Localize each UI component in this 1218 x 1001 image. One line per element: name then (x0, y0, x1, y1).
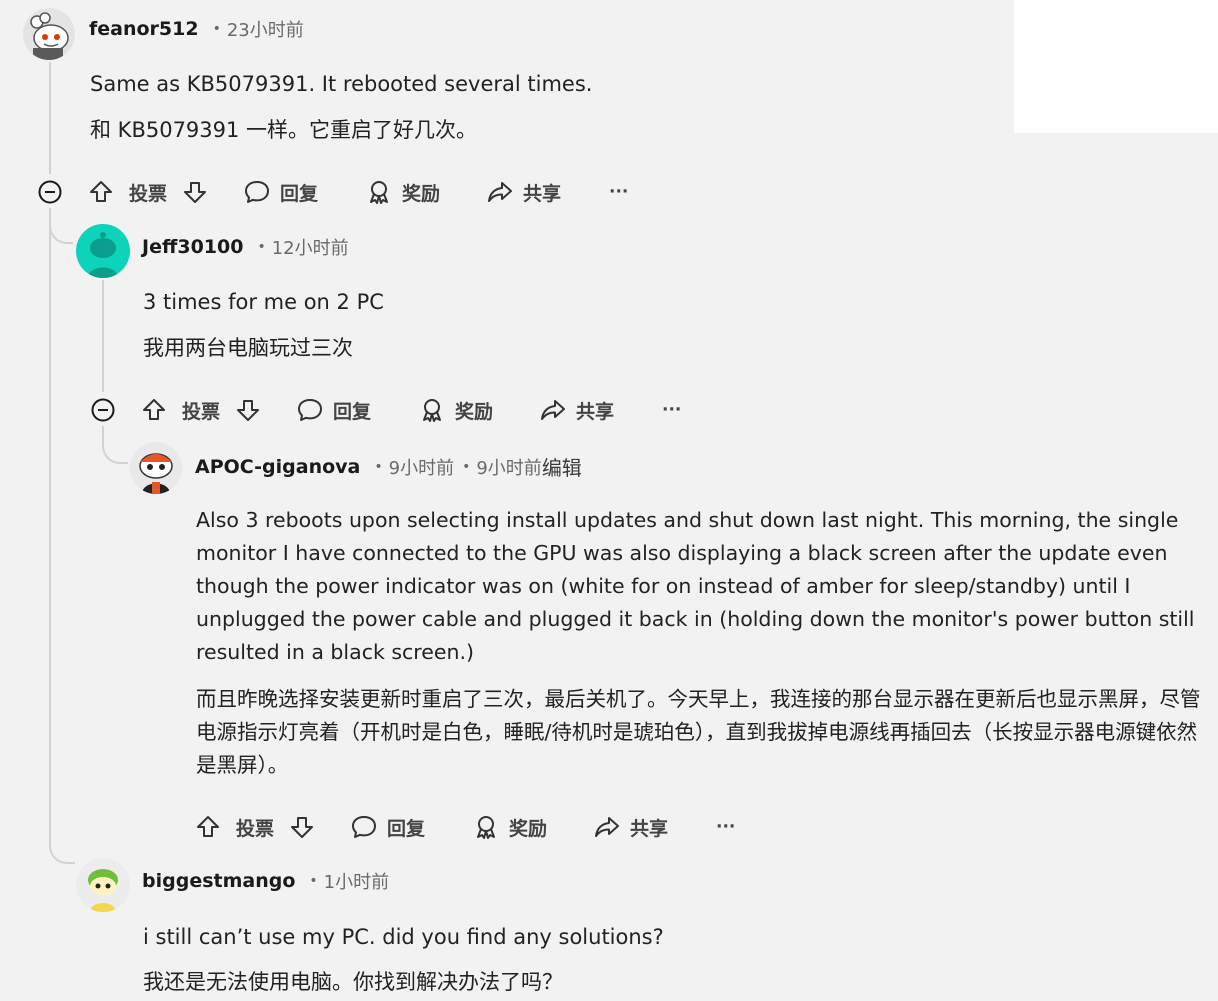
share-button[interactable]: 共享 (593, 807, 668, 847)
author-name[interactable]: biggestmango (142, 870, 295, 892)
award-label: 奖励 (455, 400, 494, 423)
reply-label: 回复 (387, 817, 426, 840)
thread-line (102, 280, 104, 392)
comment-body: Also 3 reboots upon selecting install up… (196, 504, 1208, 782)
thread-line (49, 208, 51, 830)
avatar[interactable] (76, 224, 130, 278)
separator-dot: • (462, 458, 471, 475)
award-icon (477, 816, 495, 839)
collapse-thread-icon[interactable] (38, 180, 62, 204)
comment-body: Same as KB5079391. It rebooted several t… (90, 68, 592, 147)
comment-text-en: i still can’t use my PC. did you find an… (143, 925, 664, 949)
upvote-icon (197, 816, 219, 837)
award-icon (423, 399, 441, 422)
downvote-button[interactable] (289, 807, 315, 847)
reply-label: 回复 (280, 182, 319, 205)
snoo-avatar-icon (23, 8, 75, 60)
separator-dot: • (374, 458, 383, 475)
award-label: 奖励 (509, 817, 548, 840)
comment-text-zh: 和 KB5079391 一样。它重启了好几次。 (90, 118, 478, 142)
thread-line (49, 62, 51, 174)
downvote-icon (184, 182, 206, 203)
snoo-avatar-icon (76, 858, 130, 912)
downvote-button[interactable] (182, 172, 208, 212)
award-icon (370, 181, 388, 204)
avatar[interactable] (130, 442, 182, 494)
upvote-icon (90, 181, 112, 202)
award-button[interactable]: 奖励 (365, 172, 440, 212)
more-options-button[interactable]: ··· (662, 390, 681, 430)
author-name[interactable]: APOC-giganova (195, 456, 360, 478)
separator-dot: • (309, 873, 318, 889)
default-snoo-avatar-icon (76, 224, 130, 278)
separator-dot: • (212, 21, 221, 37)
comment-actions: 投票 回复 奖励 共享 ··· (107, 807, 807, 847)
upvote-button[interactable] (195, 807, 221, 847)
award-button[interactable]: 奖励 (472, 807, 547, 847)
comment-meta: Jeff30100 • 12小时前 (142, 234, 349, 260)
comment-bubble-icon (352, 816, 376, 838)
comment-text-en: Same as KB5079391. It rebooted several t… (90, 72, 593, 96)
share-button[interactable]: 共享 (539, 390, 614, 430)
share-label: 共享 (523, 182, 562, 205)
comment-body: 3 times for me on 2 PC 我用两台电脑玩过三次 (143, 286, 384, 365)
more-options-button[interactable]: ··· (716, 807, 735, 847)
comment-text-zh: 我还是无法使用电脑。你找到解决办法了吗？ (143, 970, 563, 994)
reply-label: 回复 (333, 400, 372, 423)
comment-time[interactable]: 1小时前 (324, 868, 389, 894)
collapse-thread-icon[interactable] (91, 398, 115, 422)
separator-dot: • (257, 239, 266, 255)
thread-connector (49, 208, 73, 244)
comment-bubble-icon (298, 399, 322, 421)
comment-bubble-icon (245, 181, 269, 203)
avatar[interactable] (76, 858, 130, 912)
reply-button[interactable]: 回复 (350, 807, 425, 847)
share-label: 共享 (630, 817, 669, 840)
upvote-button[interactable] (88, 172, 114, 212)
vote-label: 投票 (129, 182, 168, 205)
comment-actions: 投票 回复 奖励 共享 ··· (53, 390, 753, 430)
comment-text-en: 3 times for me on 2 PC (143, 290, 384, 314)
comment-time[interactable]: 12小时前 (272, 234, 349, 260)
white-overlay-patch (1014, 0, 1218, 133)
comment-text-zh: 而且昨晚选择安装更新时重启了三次，最后关机了。今天早上，我连接的那台显示器在更新… (196, 687, 1201, 777)
reply-button[interactable]: 回复 (243, 172, 318, 212)
comment-text-en: Also 3 reboots upon selecting install up… (196, 508, 1195, 664)
share-icon (488, 182, 512, 202)
downvote-icon (237, 400, 259, 421)
share-label: 共享 (576, 400, 615, 423)
thread-connector (49, 830, 75, 864)
upvote-icon (143, 399, 165, 420)
vote-label: 投票 (182, 400, 221, 423)
downvote-icon (291, 817, 313, 838)
share-button[interactable]: 共享 (486, 172, 561, 212)
vote-label: 投票 (236, 817, 275, 840)
author-name[interactable]: Jeff30100 (142, 236, 243, 258)
edited-label: 编辑 (541, 456, 582, 480)
reply-button[interactable]: 回复 (296, 390, 371, 430)
comment-body: i still can’t use my PC. did you find an… (143, 921, 664, 999)
more-options-button[interactable]: ··· (609, 172, 628, 212)
comment-meta: feanor512 • 23小时前 (89, 16, 304, 42)
award-label: 奖励 (402, 182, 441, 205)
comment-meta: biggestmango • 1小时前 (142, 868, 389, 894)
edited-time: 9小时前 (476, 457, 542, 479)
downvote-button[interactable] (235, 390, 261, 430)
comment-time[interactable]: 9小时前 (389, 454, 454, 480)
comment-time[interactable]: 23小时前 (227, 16, 304, 42)
share-icon (541, 400, 565, 420)
upvote-button[interactable] (141, 390, 167, 430)
award-button[interactable]: 奖励 (418, 390, 493, 430)
thread-connector (102, 426, 128, 464)
author-name[interactable]: feanor512 (89, 18, 199, 40)
share-icon (595, 817, 619, 837)
comment-actions: 投票 回复 奖励 共享 ··· (0, 172, 700, 212)
comment-text-zh: 我用两台电脑玩过三次 (143, 336, 353, 360)
comment-meta: APOC-giganova • 9小时前 • 9小时前 编辑 (195, 452, 582, 481)
avatar[interactable] (23, 8, 75, 60)
snoo-avatar-icon (130, 442, 182, 494)
